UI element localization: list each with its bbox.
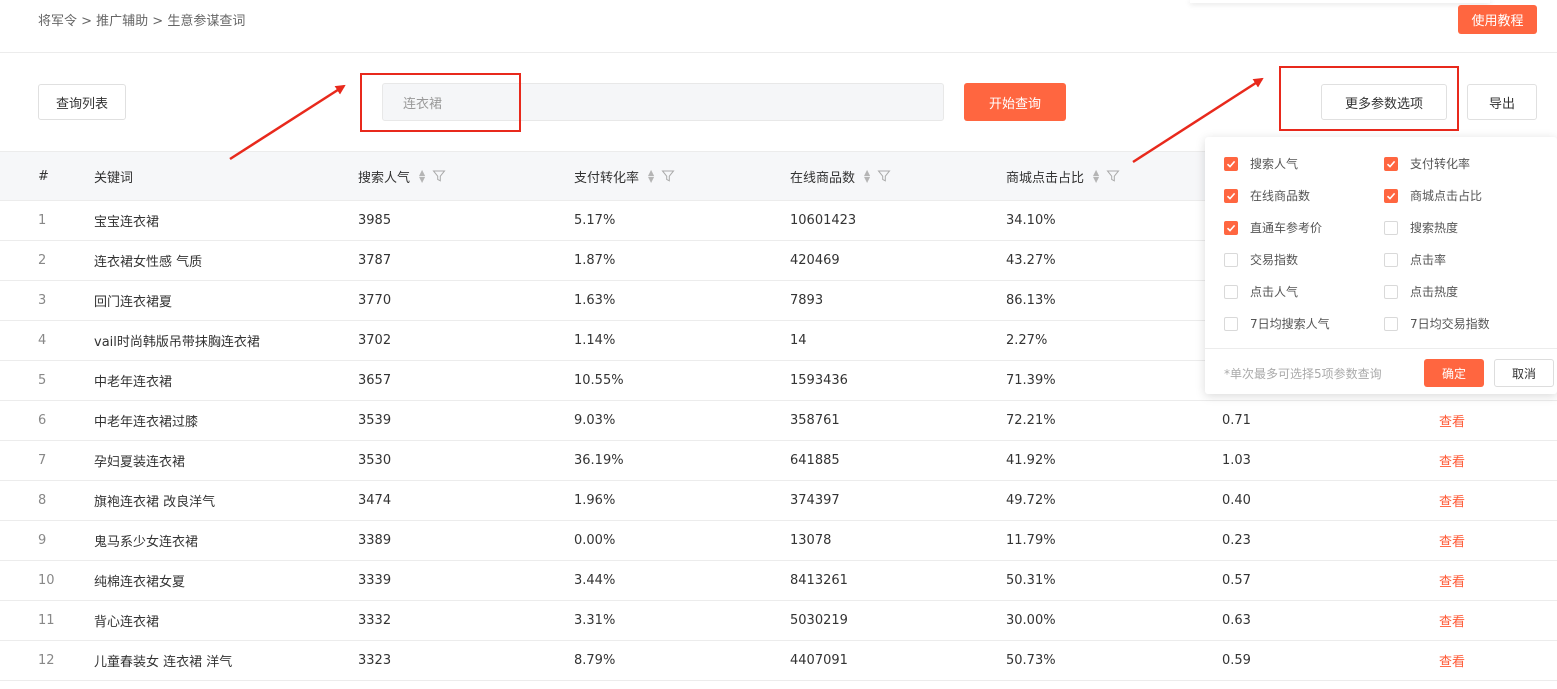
param-option-label: 点击人气 (1250, 285, 1299, 299)
param-option[interactable]: 点击热度 (1384, 283, 1458, 300)
checkbox-icon[interactable] (1384, 220, 1398, 235)
param-option-label: 7日均搜索人气 (1250, 317, 1330, 331)
annotation-box-more-params (1279, 66, 1459, 131)
param-option[interactable]: 搜索人气 (1224, 155, 1298, 172)
checkbox-icon[interactable] (1224, 284, 1238, 299)
checked-checkbox-icon[interactable] (1224, 156, 1238, 171)
param-option-label: 支付转化率 (1410, 157, 1471, 171)
confirm-button[interactable]: 确定 (1424, 359, 1484, 387)
checked-checkbox-icon[interactable] (1224, 188, 1238, 203)
checkbox-icon[interactable] (1224, 316, 1238, 331)
checked-checkbox-icon[interactable] (1224, 220, 1238, 235)
param-option-label: 在线商品数 (1250, 189, 1311, 203)
param-option[interactable]: 商城点击占比 (1384, 187, 1482, 204)
popup-divider (1205, 348, 1557, 349)
param-option[interactable]: 在线商品数 (1224, 187, 1310, 204)
param-option-label: 点击率 (1410, 253, 1447, 267)
arrow-to-search (229, 84, 346, 161)
param-option-label: 搜索热度 (1410, 221, 1459, 235)
param-option-label: 点击热度 (1410, 285, 1459, 299)
cancel-button[interactable]: 取消 (1494, 359, 1554, 387)
checkbox-icon[interactable] (1384, 316, 1398, 331)
param-option[interactable]: 交易指数 (1224, 251, 1298, 268)
checkbox-icon[interactable] (1384, 284, 1398, 299)
checkbox-icon[interactable] (1224, 252, 1238, 267)
param-option[interactable]: 搜索热度 (1384, 219, 1458, 236)
param-option[interactable]: 支付转化率 (1384, 155, 1470, 172)
param-option[interactable]: 7日均交易指数 (1384, 315, 1490, 332)
param-option-label: 直通车参考价 (1250, 221, 1323, 235)
param-option[interactable]: 7日均搜索人气 (1224, 315, 1330, 332)
param-option[interactable]: 点击人气 (1224, 283, 1298, 300)
param-option[interactable]: 直通车参考价 (1224, 219, 1322, 236)
param-option[interactable]: 点击率 (1384, 251, 1446, 268)
popup-note: *单次最多可选择5项参数查询 (1224, 367, 1382, 381)
param-options-popup: 搜索人气 支付转化率在线商品数 商城点击占比直通车参考价 搜索热度交易指数 点击率点击人… (1205, 137, 1557, 394)
param-option-label: 交易指数 (1250, 253, 1299, 267)
param-option-label: 商城点击占比 (1410, 189, 1483, 203)
checkbox-icon[interactable] (1384, 252, 1398, 267)
checked-checkbox-icon[interactable] (1384, 156, 1398, 171)
param-option-label: 搜索人气 (1250, 157, 1299, 171)
annotation-box-search (360, 73, 521, 132)
checked-checkbox-icon[interactable] (1384, 188, 1398, 203)
param-option-label: 7日均交易指数 (1410, 317, 1490, 331)
